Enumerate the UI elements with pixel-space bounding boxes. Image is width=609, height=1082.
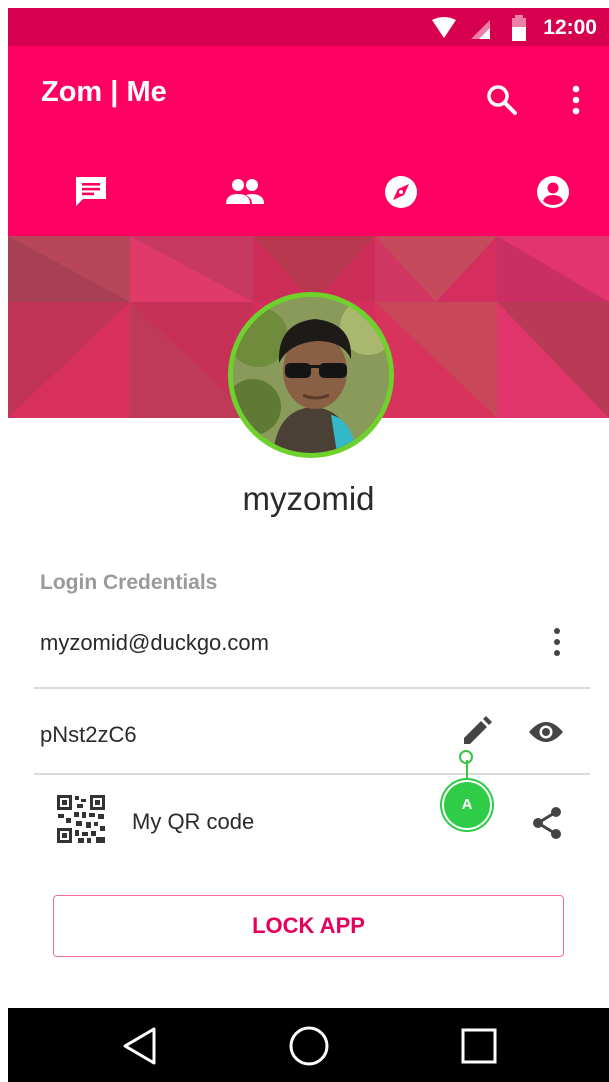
search-button[interactable] [484,82,520,118]
divider [34,687,590,689]
share-icon [533,807,561,839]
tab-me[interactable] [478,154,609,234]
qr-code-label[interactable]: My QR code [132,809,254,835]
compass-icon [385,176,417,208]
home-circle-icon [289,1026,329,1066]
recents-square-icon [461,1028,497,1064]
tab-chat[interactable] [16,154,166,234]
email-more-button[interactable] [545,624,569,660]
avatar-photo [233,297,389,453]
wifi-icon [432,17,456,38]
avatar[interactable] [228,292,394,458]
search-icon [487,85,517,115]
cell-signal-icon [471,20,490,39]
overflow-menu-button[interactable] [564,82,588,118]
device-screen: 12:00 Zom | Me myzomid Login Credentials… [8,8,609,1082]
chat-icon [76,177,106,206]
people-icon [226,179,264,204]
app-bar: Zom | Me [8,46,609,242]
more-vert-icon [554,628,560,656]
recents-button[interactable] [461,1028,497,1064]
back-button[interactable] [120,1026,160,1066]
status-bar: 12:00 [8,8,609,46]
tab-discover[interactable] [326,154,476,234]
annotation-badge: A [444,782,490,828]
email-value: myzomid@duckgo.com [40,630,269,655]
tab-contacts[interactable] [168,154,318,234]
profile-username: myzomid [242,480,375,517]
qr-code-icon [56,794,106,844]
account-icon [537,176,569,208]
home-button[interactable] [288,1025,330,1067]
qr-code-button[interactable] [56,794,106,844]
share-qr-button[interactable] [531,806,563,840]
section-label-login-credentials: Login Credentials [40,571,218,594]
divider [34,773,590,775]
more-vert-icon [572,85,580,115]
show-password-button[interactable] [528,718,564,746]
pencil-icon [464,716,492,744]
system-navigation-bar [8,1008,609,1082]
status-time: 12:00 [543,16,597,39]
lock-app-button[interactable]: LOCK APP [53,895,564,957]
password-value: pNst2zC6 [40,722,137,747]
battery-icon [512,15,526,41]
back-triangle-icon [123,1027,156,1065]
edit-password-button[interactable] [460,716,492,748]
app-title: Zom | Me [41,76,167,108]
eye-icon [529,722,563,742]
